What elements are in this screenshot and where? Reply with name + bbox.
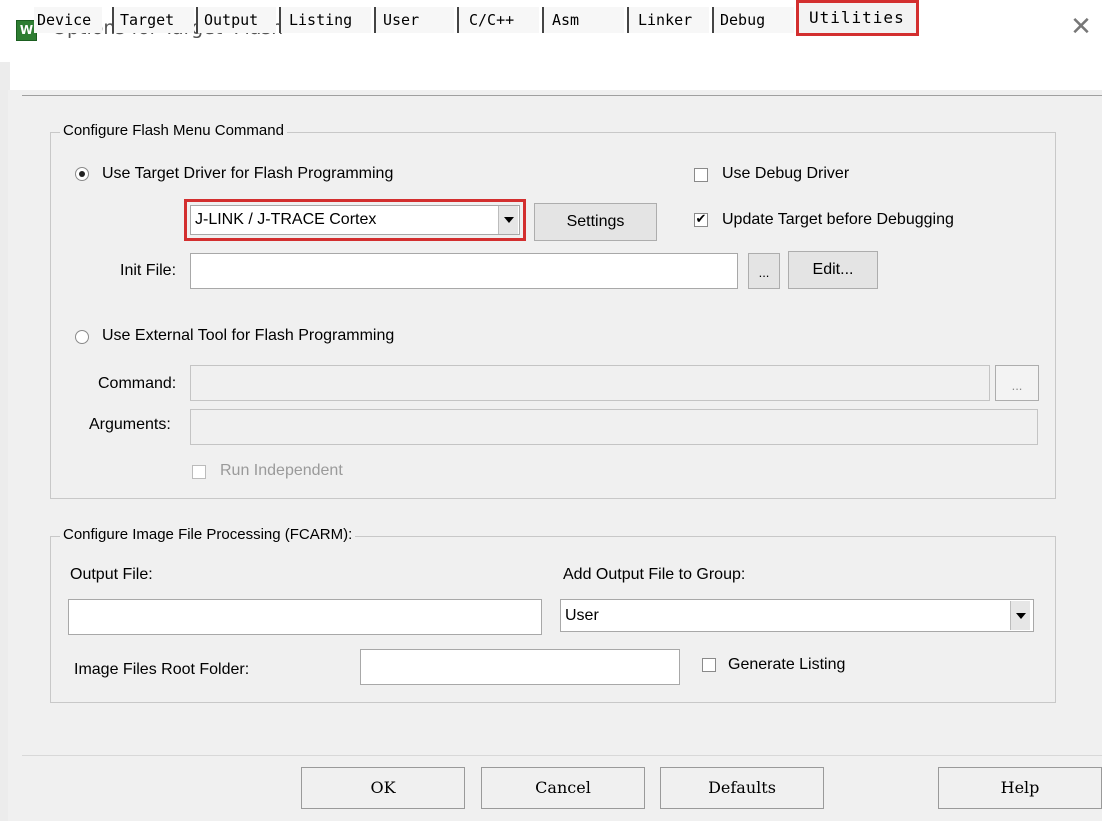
arguments-input[interactable]: [190, 409, 1038, 445]
tab-linker[interactable]: Linker: [627, 7, 709, 33]
output-file-input[interactable]: [68, 599, 542, 635]
defaults-button[interactable]: Defaults: [660, 767, 824, 809]
ok-button[interactable]: OK: [301, 767, 465, 809]
init-file-input[interactable]: [190, 253, 738, 289]
cancel-button[interactable]: Cancel: [481, 767, 645, 809]
button-separator: [22, 755, 1102, 756]
flash-menu-legend: Configure Flash Menu Command: [60, 122, 287, 139]
run-independent-checkbox[interactable]: [192, 465, 206, 479]
init-file-browse-button[interactable]: ...: [748, 253, 780, 289]
tab-utilities[interactable]: Utilities: [796, 0, 919, 36]
tab-divider: [22, 95, 1102, 96]
generate-listing-label: Generate Listing: [728, 656, 846, 673]
init-file-label: Init File:: [120, 262, 177, 279]
command-browse-button[interactable]: ...: [995, 365, 1039, 401]
output-group-value: User: [565, 607, 599, 624]
use-debug-driver-label: Use Debug Driver: [722, 165, 850, 182]
output-group-select[interactable]: User: [560, 599, 1034, 632]
add-to-group-label: Add Output File to Group:: [563, 566, 746, 583]
use-target-driver-label: Use Target Driver for Flash Programming: [102, 165, 394, 182]
tab-device[interactable]: Device: [34, 7, 102, 33]
tab-user[interactable]: User: [374, 7, 454, 33]
root-folder-input[interactable]: [360, 649, 680, 685]
chevron-down-icon[interactable]: [1010, 601, 1030, 630]
close-icon[interactable]: ✕: [1066, 12, 1096, 42]
chevron-down-icon[interactable]: [498, 206, 518, 234]
image-processing-legend: Configure Image File Processing (FCARM):: [60, 526, 356, 543]
tab-debug[interactable]: Debug: [712, 7, 794, 33]
settings-button[interactable]: Settings: [534, 203, 657, 241]
edit-button[interactable]: Edit...: [788, 251, 878, 289]
use-target-driver-radio[interactable]: [75, 167, 89, 181]
flash-driver-value: J-LINK / J-TRACE Cortex: [195, 211, 377, 228]
tab-asm[interactable]: Asm: [542, 7, 624, 33]
command-label: Command:: [98, 375, 177, 392]
tab-listing[interactable]: Listing: [279, 7, 371, 33]
root-folder-label: Image Files Root Folder:: [74, 661, 250, 678]
help-button[interactable]: Help: [938, 767, 1102, 809]
use-debug-driver-checkbox[interactable]: [694, 168, 708, 182]
output-file-label: Output File:: [70, 566, 153, 583]
use-external-tool-radio[interactable]: [75, 330, 89, 344]
arguments-label: Arguments:: [89, 416, 171, 433]
tab-output[interactable]: Output: [196, 7, 276, 33]
tab-c-cpp[interactable]: C/C++: [457, 7, 539, 33]
tab-target[interactable]: Target: [112, 7, 194, 33]
update-target-checkbox[interactable]: ✔: [694, 213, 708, 227]
run-independent-label: Run Independent: [220, 462, 343, 479]
flash-driver-select[interactable]: J-LINK / J-TRACE Cortex: [190, 205, 520, 235]
command-input[interactable]: [190, 365, 990, 401]
use-external-tool-label: Use External Tool for Flash Programming: [102, 327, 395, 344]
generate-listing-checkbox[interactable]: [702, 658, 716, 672]
update-target-label: Update Target before Debugging: [722, 211, 954, 228]
